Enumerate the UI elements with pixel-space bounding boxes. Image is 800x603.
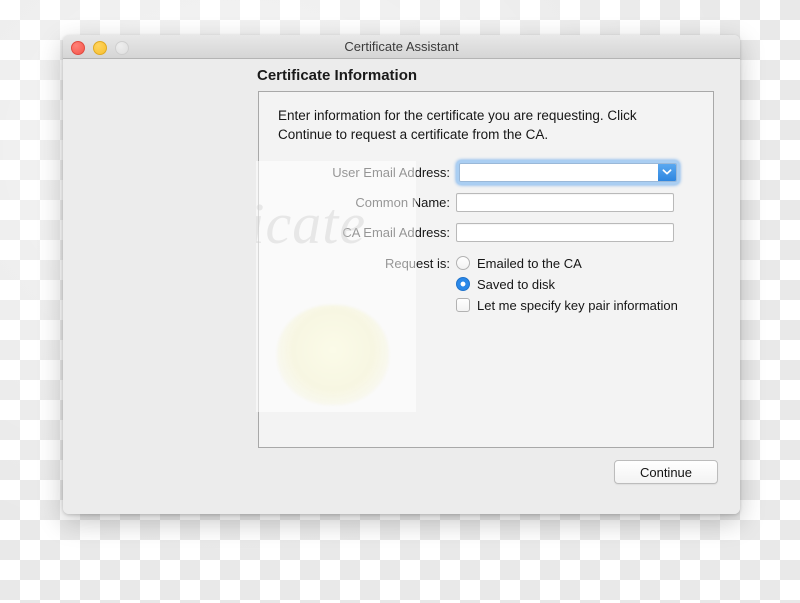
form-row-ca-email: CA Email Address:	[259, 221, 713, 243]
checkbox-specify-key-pair-label: Let me specify key pair information	[477, 297, 678, 313]
panel-instructions: Enter information for the certificate yo…	[278, 108, 637, 142]
request-is-label: Request is:	[384, 255, 450, 271]
request-is-group: Request is: Emailed to the CA Saved to d…	[259, 253, 713, 316]
common-name-input[interactable]	[456, 192, 674, 212]
user-email-input[interactable]	[460, 163, 658, 181]
window-body: Certificate Information Enter informatio…	[63, 59, 740, 514]
radio-saved-to-disk-label: Saved to disk	[477, 276, 556, 292]
screenshot-canvas: Certificate Certificate Assistant Certif…	[0, 0, 800, 603]
request-option-emailed[interactable]: Request is: Emailed to the CA	[259, 253, 713, 273]
user-email-label: User Email Address:	[332, 164, 450, 180]
radio-emailed-to-ca[interactable]	[456, 256, 470, 270]
certificate-information-panel: Enter information for the certificate yo…	[258, 91, 714, 448]
radio-saved-to-disk[interactable]	[456, 277, 470, 291]
zoom-button-icon	[115, 41, 129, 55]
form-row-common-name: Common Name:	[259, 191, 713, 213]
request-option-saved[interactable]: Saved to disk	[259, 274, 713, 294]
close-button-icon[interactable]	[71, 41, 85, 55]
form-row-user-email: User Email Address:	[259, 159, 713, 185]
window-titlebar[interactable]: Certificate Assistant	[63, 35, 740, 59]
page-title: Certificate Information	[257, 67, 418, 84]
certificate-assistant-window: Certificate Assistant Certificate Inform…	[63, 35, 740, 514]
chevron-down-icon[interactable]	[658, 163, 676, 181]
ca-email-label: CA Email Address:	[342, 224, 450, 240]
common-name-label: Common Name:	[355, 194, 450, 210]
minimize-button-icon[interactable]	[93, 41, 107, 55]
request-option-keypair[interactable]: Let me specify key pair information	[259, 295, 713, 315]
window-controls	[71, 41, 129, 55]
window-title: Certificate Assistant	[344, 39, 459, 54]
user-email-combobox[interactable]	[456, 159, 680, 185]
ca-email-input[interactable]	[456, 222, 674, 242]
radio-emailed-to-ca-label: Emailed to the CA	[477, 255, 582, 271]
certificate-form: User Email Address: Common Name: CA Emai…	[259, 159, 713, 251]
user-email-combobox-body[interactable]	[459, 162, 677, 182]
continue-button[interactable]: Continue	[614, 460, 718, 484]
checkbox-specify-key-pair[interactable]	[456, 298, 470, 312]
